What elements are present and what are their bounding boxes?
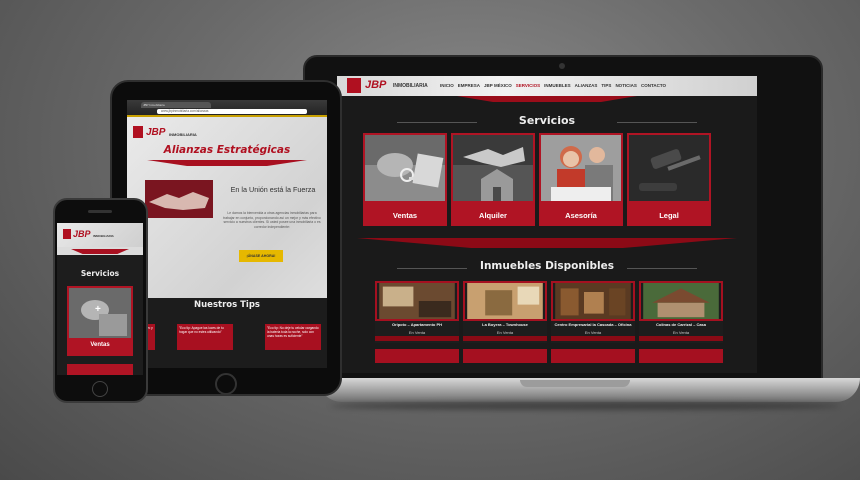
brand-name[interactable]: JBP — [146, 127, 165, 138]
keys-hand-photo-icon — [365, 135, 445, 201]
service-label: Alquiler — [479, 211, 507, 220]
jbp-logo-icon[interactable] — [347, 78, 361, 93]
property-photo-icon — [639, 281, 723, 321]
phone-home-button[interactable] — [92, 381, 108, 397]
nav-jbp-mexico[interactable]: JBP MÉXICO — [484, 83, 512, 88]
nav-contacto[interactable]: CONTACTO — [641, 83, 666, 88]
property-status: En Venta — [584, 330, 602, 335]
card-strip — [463, 336, 547, 341]
section-band — [357, 238, 737, 248]
brand-subtitle: INMOBILIARIA — [169, 132, 197, 137]
brand-name[interactable]: JBP — [365, 79, 386, 91]
property-photo-icon — [375, 281, 459, 321]
property-card-partial[interactable] — [375, 349, 459, 363]
laptop-lid-notch — [520, 380, 630, 387]
tablet-screen: JBP Inmobiliaria www.jbpinmobiliaria.com… — [127, 100, 327, 368]
tablet-home-button[interactable] — [215, 373, 237, 395]
laptop-shadow — [330, 402, 840, 410]
service-card-alquiler[interactable]: Alquiler — [451, 133, 535, 226]
header-accent — [71, 249, 129, 254]
header-accent — [457, 96, 637, 102]
handshake-house-photo-icon — [453, 135, 533, 201]
property-card[interactable]: La Boyera – Townhouse En Venta — [463, 281, 547, 343]
card-strip — [639, 336, 723, 341]
services-title: Servicios — [518, 114, 576, 127]
phone-speaker — [88, 210, 112, 213]
nav-tips[interactable]: TIPS — [601, 83, 611, 88]
browser-toolbar: JBP Inmobiliaria www.jbpinmobiliaria.com… — [127, 100, 327, 116]
address-bar[interactable]: www.jbpinmobiliaria.com/alianzas — [157, 109, 307, 114]
tagline: En la Unión está la Fuerza — [230, 185, 316, 194]
laptop-screen: JBP INMOBILIARIA INICIO EMPRESA JBP MÉXI… — [337, 76, 757, 373]
nav-alianzas[interactable]: ALIANZAS — [575, 83, 598, 88]
site-header: JBP INMOBILIARIA INICIO EMPRESA JBP MÉXI… — [337, 76, 757, 96]
property-card[interactable]: Colinas de Carrizal – Casa En Venta — [639, 281, 723, 343]
brand-name[interactable]: JBP — [73, 229, 91, 239]
nav-servicios[interactable]: SERVICIOS — [516, 83, 540, 88]
join-now-button[interactable]: ¡ÚNASE AHORA! — [239, 250, 283, 262]
nav-inmuebles[interactable]: INMUEBLES — [544, 83, 571, 88]
card-strip — [551, 336, 635, 341]
property-photo-icon — [463, 281, 547, 321]
services-title: Servicios — [80, 269, 120, 278]
handshake-photo-icon — [145, 180, 213, 218]
nav-noticias[interactable]: NOTICIAS — [615, 83, 637, 88]
jbp-logo-icon[interactable] — [63, 229, 71, 239]
gavel-photo-icon — [629, 135, 709, 201]
nav-inicio[interactable]: INICIO — [440, 83, 454, 88]
main-nav: INICIO EMPRESA JBP MÉXICO SERVICIOS INMU… — [440, 83, 666, 88]
page-title: Alianzas Estratégicas — [163, 144, 291, 156]
service-label: Ventas — [392, 211, 418, 220]
service-card-asesoria[interactable]: Asesoría — [539, 133, 623, 226]
nav-empresa[interactable]: EMPRESA — [458, 83, 480, 88]
service-card-partial[interactable] — [67, 364, 133, 375]
brand-subtitle: INMOBILIARIA — [93, 234, 114, 238]
service-label: Ventas — [90, 342, 110, 348]
property-status: En Venta — [496, 330, 514, 335]
phone-screen: JBP INMOBILIARIA Servicios + Ventas — [57, 223, 143, 375]
card-strip — [375, 336, 459, 341]
property-card-partial[interactable] — [551, 349, 635, 363]
property-name: Colinas de Carrizal – Casa — [655, 322, 707, 327]
alliance-description: Le damos la bienvenida a otras agencias … — [223, 211, 321, 229]
property-card-partial[interactable] — [639, 349, 723, 363]
service-label: Legal — [659, 211, 679, 220]
service-card-ventas[interactable]: + Ventas — [67, 286, 133, 356]
property-card-partial[interactable] — [463, 349, 547, 363]
browser-tab[interactable]: JBP Inmobiliaria — [141, 102, 211, 108]
laptop-camera — [559, 63, 565, 69]
property-name: La Boyera – Townhouse — [482, 322, 528, 327]
brand-subtitle: INMOBILIARIA — [393, 83, 428, 89]
jbp-logo-icon[interactable] — [133, 126, 143, 138]
property-name: Centro Empresarial la Cascada – Oficina — [554, 322, 632, 327]
tips-title: Nuestros Tips — [194, 300, 260, 310]
plus-icon[interactable]: + — [95, 304, 101, 315]
consulting-couple-photo-icon — [541, 135, 621, 201]
property-name: Oripoto – Apartamento PH — [391, 322, 443, 327]
service-label: Asesoría — [565, 211, 597, 220]
tip-card[interactable]: "Eco tip: No deje tu celular cargando la… — [265, 324, 321, 350]
tip-card[interactable]: "Eco tip: Apague las luces de tu hogar q… — [177, 324, 233, 350]
property-card[interactable]: Oripoto – Apartamento PH En Venta — [375, 281, 459, 343]
service-card-ventas[interactable]: Ventas — [363, 133, 447, 226]
property-status: En Venta — [408, 330, 426, 335]
property-card[interactable]: Centro Empresarial la Cascada – Oficina … — [551, 281, 635, 343]
properties-title: Inmuebles Disponibles — [480, 260, 614, 272]
service-card-legal[interactable]: Legal — [627, 133, 711, 226]
property-status: En Venta — [672, 330, 690, 335]
property-photo-icon — [551, 281, 635, 321]
